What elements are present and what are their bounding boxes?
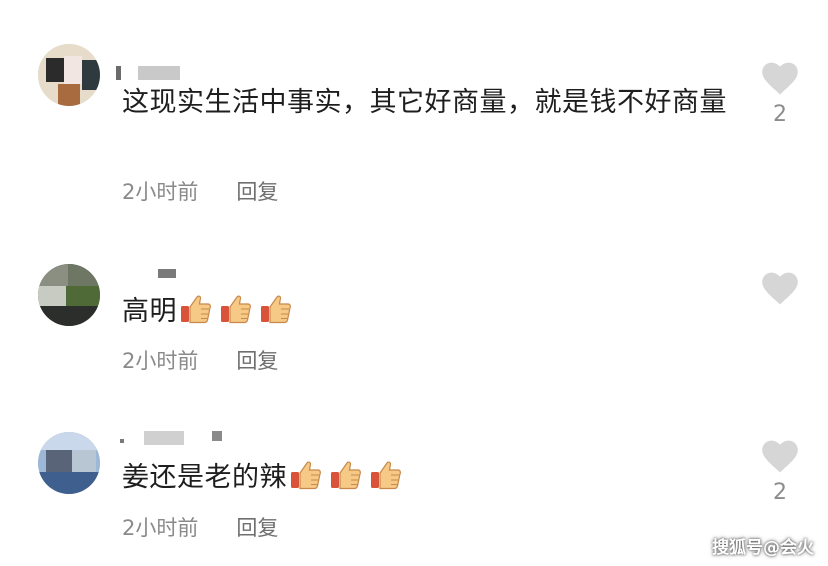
like-count: 2	[773, 102, 787, 127]
thumbs-emoji-row	[287, 461, 403, 493]
comment-text: 高明	[122, 291, 732, 333]
thumbs-up-emoji	[261, 295, 291, 324]
thumbs-up-emoji	[181, 295, 211, 324]
like-button[interactable]	[760, 272, 800, 312]
reply-button[interactable]: 回复	[236, 516, 278, 540]
thumbs-emoji-row	[177, 295, 293, 327]
thumbs-up-emoji	[221, 295, 251, 324]
comment-text: 姜还是老的辣	[122, 457, 732, 499]
comment-meta: 2小时前 回复	[122, 345, 278, 375]
avatar[interactable]	[38, 264, 100, 326]
comment-body: 姜还是老的辣	[122, 462, 287, 493]
avatar[interactable]	[38, 44, 100, 106]
thumbs-up-emoji	[371, 461, 401, 490]
heart-icon	[762, 440, 798, 473]
comment-body: 高明	[122, 296, 177, 327]
like-button[interactable]: 2	[760, 62, 800, 127]
comment-time: 2小时前	[122, 180, 199, 204]
comment-time: 2小时前	[122, 349, 199, 373]
comment-meta: 2小时前 回复	[122, 176, 278, 206]
thumbs-up-emoji	[331, 461, 361, 490]
like-button[interactable]: 2	[760, 440, 800, 505]
comment-time: 2小时前	[122, 516, 199, 540]
heart-icon	[762, 272, 798, 305]
heart-icon	[762, 62, 798, 95]
comment-text: 这现实生活中事实，其它好商量，就是钱不好商量	[122, 87, 727, 118]
thumbs-up-emoji	[291, 461, 321, 490]
avatar[interactable]	[38, 432, 100, 494]
reply-button[interactable]: 回复	[236, 180, 278, 204]
comment-meta: 2小时前 回复	[122, 512, 278, 542]
reply-button[interactable]: 回复	[236, 349, 278, 373]
watermark: 搜狐号@会火	[712, 538, 814, 558]
like-count: 2	[773, 480, 787, 505]
